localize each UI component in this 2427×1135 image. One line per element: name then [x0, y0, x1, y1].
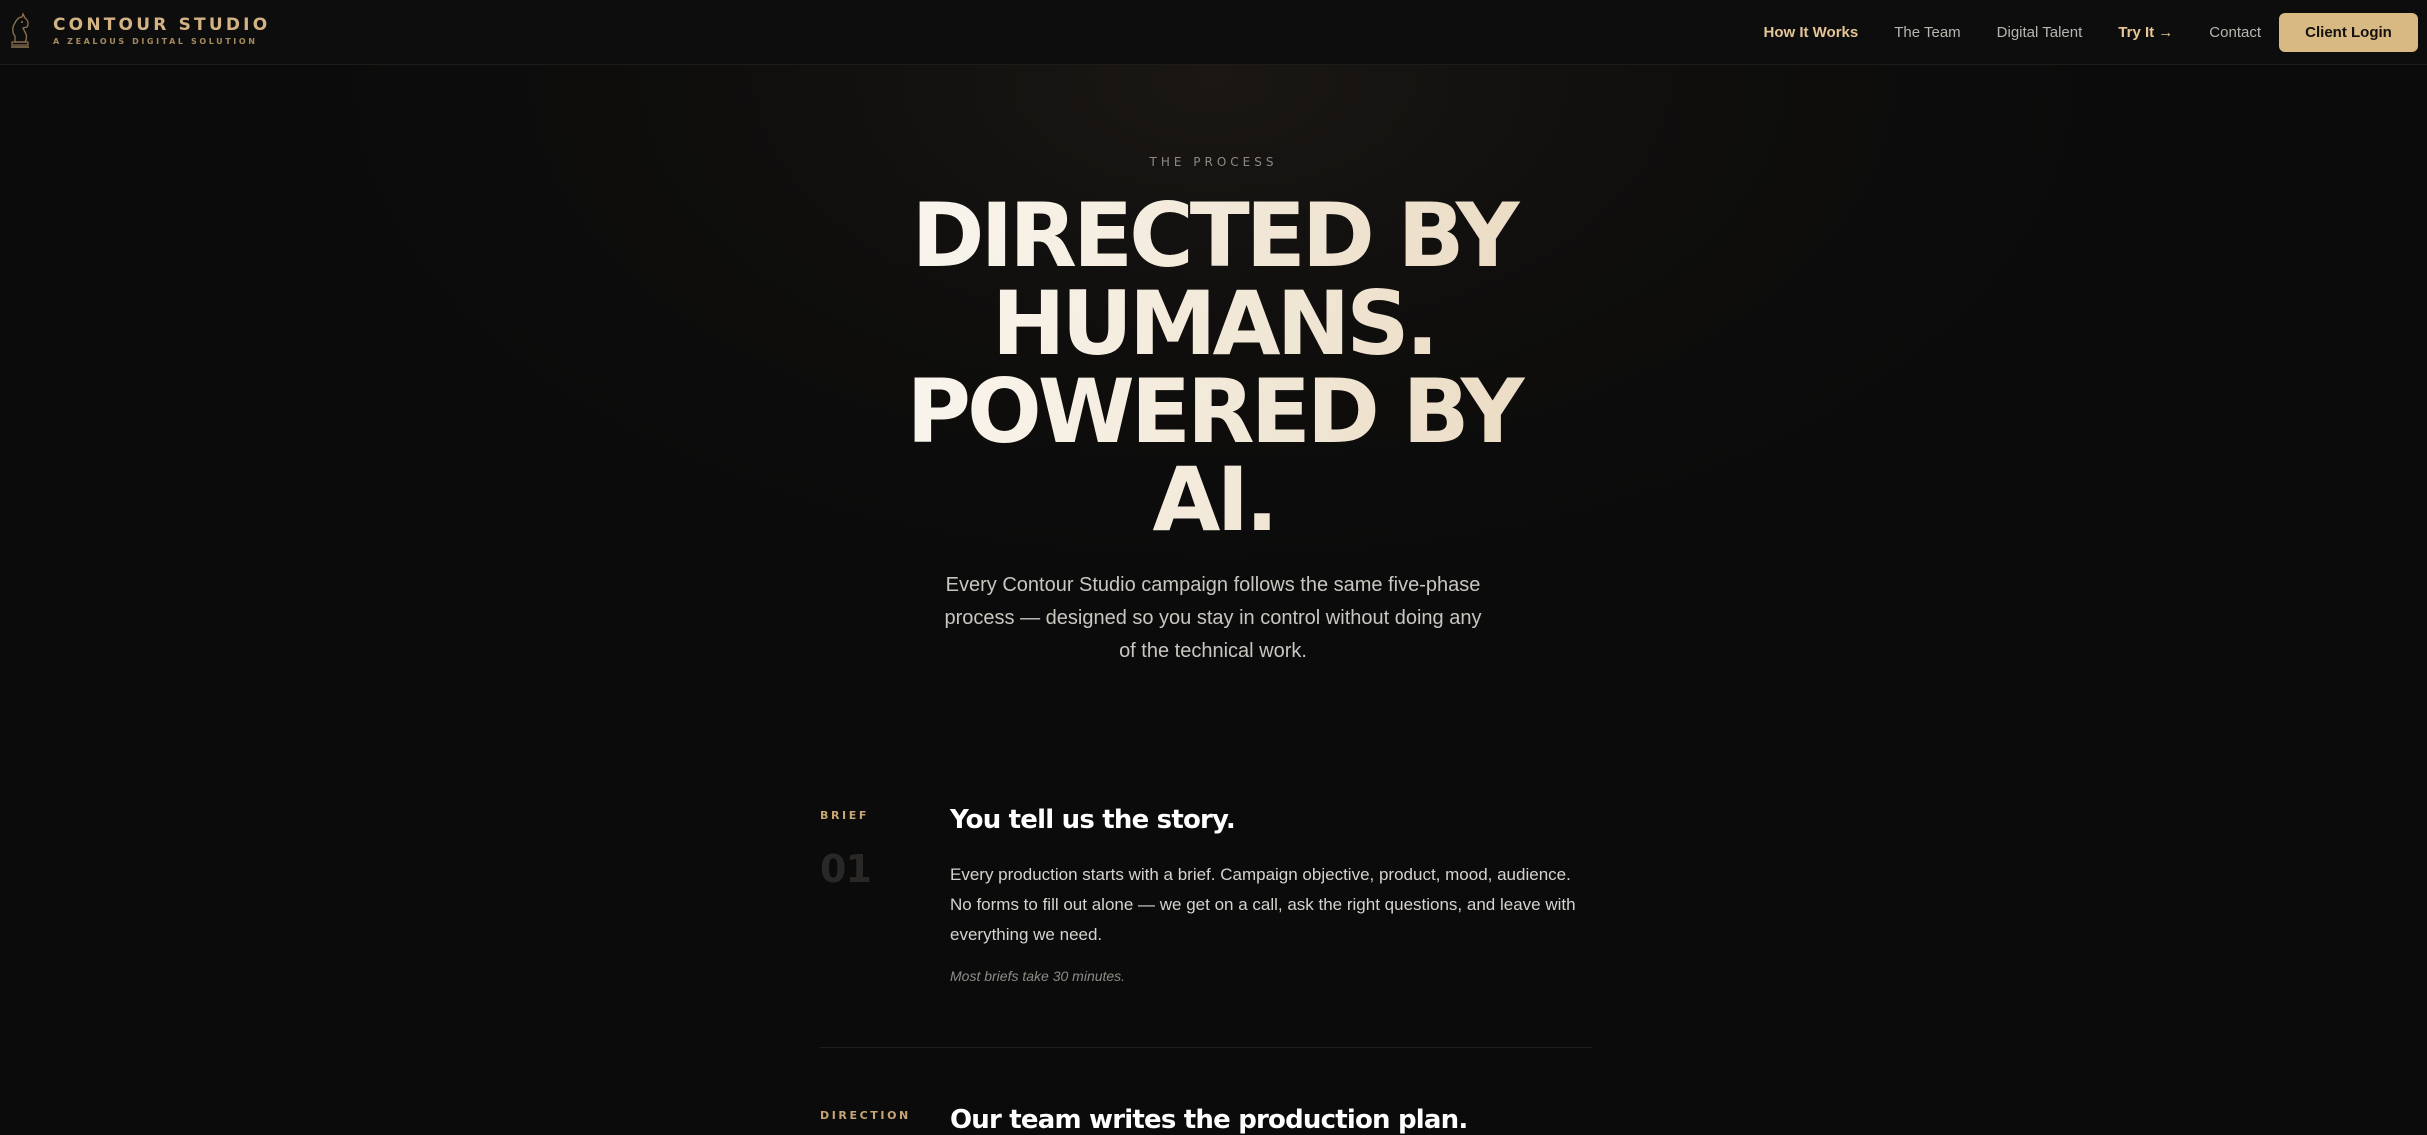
- headline-line-4: AI.: [0, 456, 2427, 544]
- page: CONTOUR STUDIO A ZEALOUS DIGITAL SOLUTIO…: [0, 0, 2427, 1135]
- nav-link-try-it[interactable]: Try It →: [2118, 24, 2173, 41]
- hero-headline: DIRECTED BY HUMANS. POWERED BY AI.: [0, 192, 2427, 544]
- nav-link-how-it-works[interactable]: How It Works: [1764, 24, 1859, 41]
- nav-links: How It Works The Team Digital Talent Try…: [1764, 0, 2427, 65]
- step-title: You tell us the story.: [950, 805, 1236, 835]
- step-body: Every production starts with a brief. Ca…: [950, 865, 1576, 944]
- step-note: Most briefs take 30 minutes.: [950, 968, 1126, 984]
- brand[interactable]: CONTOUR STUDIO A ZEALOUS DIGITAL SOLUTIO…: [8, 12, 270, 50]
- headline-line-2: HUMANS.: [0, 280, 2427, 368]
- client-login-button[interactable]: Client Login: [2279, 13, 2418, 52]
- brand-tagline: A ZEALOUS DIGITAL SOLUTION: [53, 36, 258, 46]
- step-divider: [820, 1047, 1592, 1048]
- step-label: BRIEF: [820, 809, 869, 822]
- headline-line-3: POWERED BY: [0, 368, 2427, 456]
- step-number: 01: [820, 847, 872, 891]
- knight-logo-icon: [11, 12, 29, 48]
- brand-name: CONTOUR STUDIO: [53, 14, 271, 35]
- step-title: Our team writes the production plan.: [950, 1105, 1468, 1135]
- top-navigation: CONTOUR STUDIO A ZEALOUS DIGITAL SOLUTIO…: [0, 0, 2427, 65]
- step-label: DIRECTION: [820, 1109, 911, 1122]
- headline-line-1: DIRECTED BY: [0, 192, 2427, 280]
- nav-link-digital-talent[interactable]: Digital Talent: [1997, 24, 2083, 41]
- hero-description: Every Contour Studio campaign follows th…: [944, 574, 1482, 662]
- nav-link-contact[interactable]: Contact: [2209, 24, 2261, 41]
- nav-link-the-team[interactable]: The Team: [1894, 24, 1960, 41]
- section-eyebrow: THE PROCESS: [1149, 155, 1278, 169]
